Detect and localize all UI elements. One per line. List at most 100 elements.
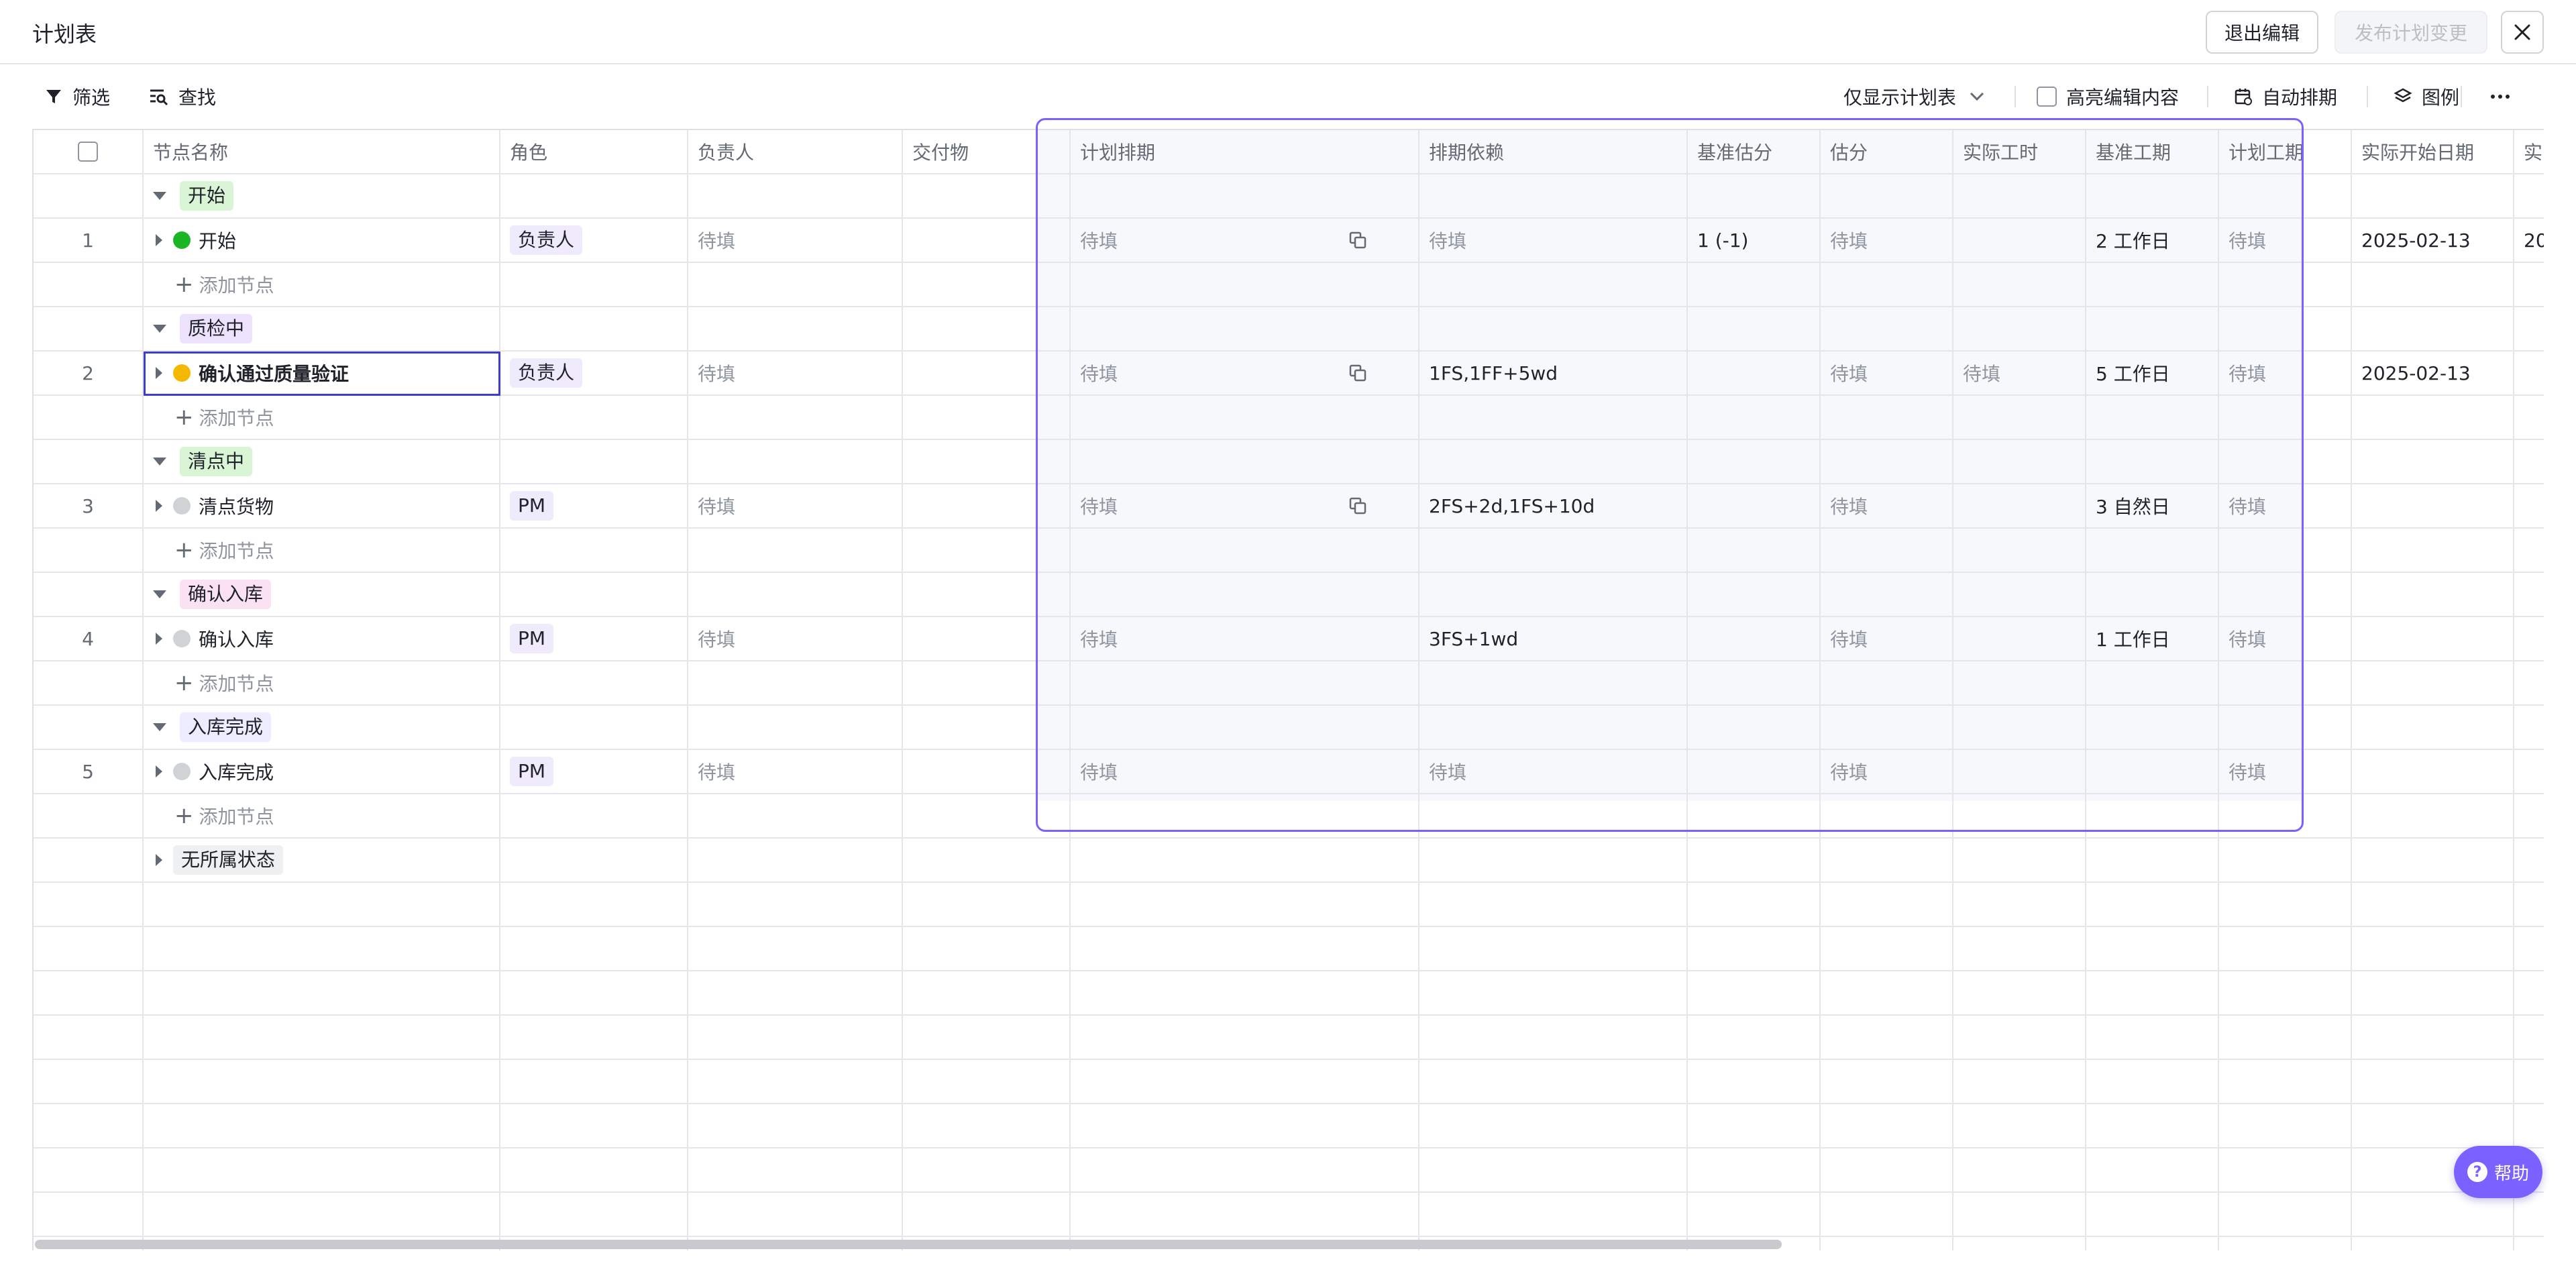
plan-duration-cell[interactable]: 待填 [2229,219,2266,262]
exit-edit-button[interactable]: 退出编辑 [2206,11,2318,54]
node-name-cell[interactable]: 清点货物 [156,484,274,527]
expand-icon[interactable] [156,765,162,778]
col-header-plan-duration[interactable]: 计划工期 [2218,130,2351,173]
owner-cell[interactable]: 待填 [698,617,735,660]
actual-start-cell[interactable]: 2025-02-13 [2361,352,2471,394]
help-button[interactable]: ? 帮助 [2454,1146,2542,1198]
base-duration-cell[interactable]: 5 工作日 [2096,352,2170,394]
group-row-inspection[interactable]: 质检中 [153,307,253,350]
role-cell[interactable]: PM [510,484,554,527]
role-cell[interactable]: 负责人 [510,352,583,394]
role-tag: PM [510,491,554,521]
estimate-cell[interactable]: 待填 [1830,352,1868,394]
expand-icon[interactable] [156,854,162,866]
owner-cell[interactable]: 待填 [698,750,735,793]
dependency-cell[interactable]: 待填 [1429,750,1466,793]
owner-cell[interactable]: 待填 [698,352,735,394]
plan-cell[interactable]: 待填 [1080,484,1118,527]
estimate-cell[interactable]: 待填 [1830,219,1868,262]
more-button[interactable] [2490,82,2520,111]
horizontal-scrollbar[interactable] [35,1240,1782,1249]
col-header-actual-start[interactable]: 实际开始日期 [2351,130,2513,173]
actual-end-cell[interactable]: 2025- [2524,219,2544,262]
estimate-cell[interactable]: 待填 [1830,750,1868,793]
collapse-icon[interactable] [153,192,166,200]
actual-start-cell[interactable]: 2025-02-13 [2361,219,2471,262]
copy-icon[interactable] [1348,231,1367,250]
highlight-checkbox[interactable] [2037,87,2057,107]
base-estimate-cell[interactable]: 1 (-1) [1697,219,1748,262]
select-all-checkbox[interactable] [78,142,98,162]
collapse-icon[interactable] [153,723,166,731]
col-header-base-duration[interactable]: 基准工期 [2085,130,2218,173]
group-row-storage-done[interactable]: 入库完成 [153,706,272,749]
role-cell[interactable]: 负责人 [510,219,583,262]
col-header-dependency[interactable]: 排期依赖 [1418,130,1686,173]
actual-hours-cell[interactable]: 待填 [1963,352,2000,394]
auto-schedule-button[interactable]: 自动排期 [2234,82,2337,111]
collapse-icon[interactable] [153,458,166,466]
plan-duration-cell[interactable]: 待填 [2229,617,2266,660]
expand-icon[interactable] [156,500,162,512]
col-header-owner[interactable]: 负责人 [687,130,902,173]
collapse-icon[interactable] [153,590,166,598]
col-header-actual-end[interactable]: 实际结 [2513,130,2544,173]
filter-button[interactable]: 筛选 [44,82,110,111]
add-node-button[interactable]: + 添加节点 [174,263,274,306]
plan-cell[interactable]: 待填 [1080,219,1118,262]
plan-cell[interactable]: 待填 [1080,617,1118,660]
dependency-cell[interactable]: 待填 [1429,219,1466,262]
plan-duration-cell[interactable]: 待填 [2229,484,2266,527]
col-header-estimate[interactable]: 估分 [1819,130,1952,173]
publish-plan-button[interactable]: 发布计划变更 [2334,11,2487,54]
col-header-base-estimate[interactable]: 基准估分 [1686,130,1819,173]
col-header-plan[interactable]: 计划排期 [1069,130,1418,173]
plan-duration-cell[interactable]: 待填 [2229,352,2266,394]
collapse-icon[interactable] [153,325,166,333]
node-name-cell[interactable]: 入库完成 [156,750,274,793]
col-header-node-name[interactable]: 节点名称 [142,130,499,173]
group-row-confirm-storage[interactable]: 确认入库 [153,573,272,616]
dependency-cell[interactable]: 3FS+1wd [1429,617,1518,660]
add-node-label: 添加节点 [199,407,274,429]
estimate-cell[interactable]: 待填 [1830,484,1868,527]
group-row-counting[interactable]: 清点中 [153,440,253,483]
role-cell[interactable]: PM [510,617,554,660]
plan-cell[interactable]: 待填 [1080,750,1118,793]
owner-cell[interactable]: 待填 [698,219,735,262]
add-node-button[interactable]: + 添加节点 [174,661,274,704]
estimate-cell[interactable]: 待填 [1830,617,1868,660]
close-button[interactable] [2501,11,2544,54]
add-node-button[interactable]: + 添加节点 [174,396,274,439]
add-node-button[interactable]: + 添加节点 [174,794,274,837]
col-header-role[interactable]: 角色 [499,130,687,173]
col-header-actual-hours[interactable]: 实际工时 [1952,130,2085,173]
highlight-toggle[interactable]: 高亮编辑内容 [2037,82,2179,111]
group-row-start[interactable]: 开始 [153,174,234,217]
view-select-value: 仅显示计划表 [1843,87,1957,109]
base-duration-cell[interactable]: 1 工作日 [2096,617,2170,660]
copy-icon[interactable] [1348,364,1367,382]
search-button[interactable]: 查找 [149,82,216,111]
legend-button[interactable]: 图例 [2394,82,2459,111]
copy-icon[interactable] [1348,496,1367,515]
add-node-button[interactable]: + 添加节点 [174,529,274,572]
owner-cell[interactable]: 待填 [698,484,735,527]
plan-duration-cell[interactable]: 待填 [2229,750,2266,793]
role-cell[interactable]: PM [510,750,554,793]
group-row-no-status[interactable]: 无所属状态 [156,839,284,881]
row-divider [34,572,2544,573]
plan-cell[interactable]: 待填 [1080,352,1118,394]
search-label: 查找 [178,87,217,109]
base-duration-cell[interactable]: 2 工作日 [2096,219,2170,262]
expand-icon[interactable] [156,633,162,645]
expand-icon[interactable] [156,234,162,246]
dependency-cell[interactable]: 2FS+2d,1FS+10d [1429,484,1595,527]
col-header-deliverable[interactable]: 交付物 [902,130,1069,173]
node-name-cell[interactable]: 开始 [156,219,236,262]
base-duration-cell[interactable]: 3 自然日 [2096,484,2170,527]
node-name-cell[interactable]: 确认入库 [156,617,274,660]
dependency-cell[interactable]: 1FS,1FF+5wd [1429,352,1558,394]
view-select[interactable]: 仅显示计划表 [1843,82,1984,111]
column-divider [142,130,144,1250]
